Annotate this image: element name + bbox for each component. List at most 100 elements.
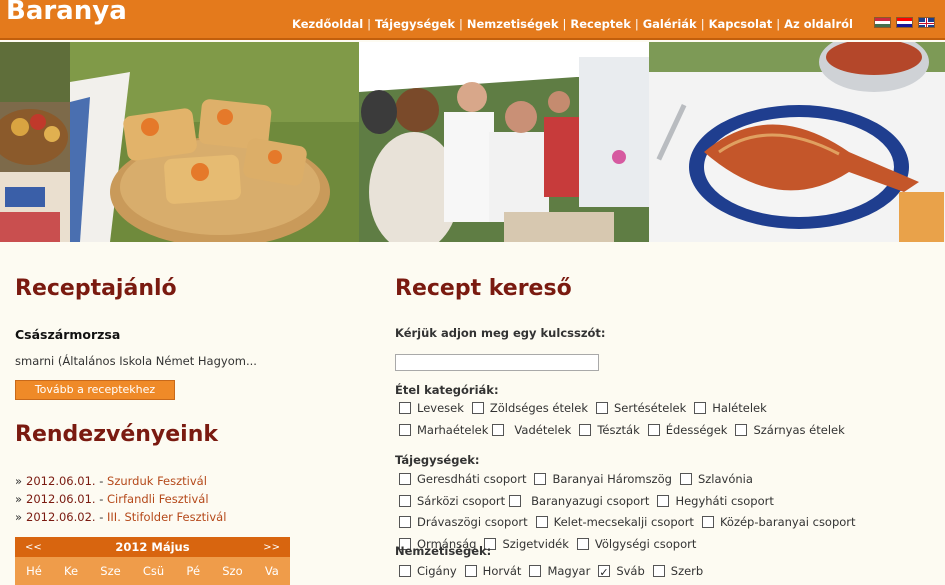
category-label: Sertésételek [613, 401, 687, 415]
nav-contact[interactable]: Kapcsolat [709, 17, 773, 31]
region-label: Sárközi csoport [417, 493, 506, 508]
category-label: Zöldséges ételek [489, 401, 588, 415]
keyword-input[interactable] [395, 354, 599, 371]
nationality-checkbox[interactable] [399, 565, 411, 577]
category-checkbox[interactable] [735, 423, 748, 436]
category-checkbox[interactable] [471, 402, 484, 414]
category-checkbox[interactable] [399, 402, 411, 414]
category-option: Levesek [395, 398, 464, 420]
hungarian-flag-icon[interactable] [874, 17, 891, 28]
nav-separator: | [634, 17, 639, 31]
region-checkbox[interactable] [657, 494, 670, 507]
region-checkbox[interactable] [701, 516, 714, 528]
category-checkbox[interactable] [579, 423, 592, 436]
calendar-header: << 2012 Május >> [15, 537, 290, 557]
category-option: Sertésételek [592, 398, 686, 420]
weekday-label: Hé [26, 564, 42, 578]
calendar-prev-button[interactable]: << [25, 542, 42, 553]
event-date: 2012.06.01. [26, 474, 96, 488]
category-checkbox[interactable] [399, 423, 411, 436]
category-checkbox[interactable] [492, 423, 505, 436]
nav-recipes[interactable]: Receptek [570, 17, 630, 31]
region-label: Baranyai Háromszög [552, 472, 672, 486]
category-option: Tészták [575, 420, 640, 442]
category-label: Vadételek [514, 422, 572, 437]
category-option: Halételek [690, 398, 767, 420]
bullet-icon: » [15, 492, 23, 506]
region-label: Geresdháti csoport [417, 472, 527, 486]
weekday-label: Ke [64, 564, 79, 578]
event-link[interactable]: Szurduk Fesztivál [107, 474, 207, 488]
region-label: Baranyazugi csoport [531, 493, 650, 508]
nationality-label: Cigány [417, 564, 457, 578]
nationality-checkbox[interactable] [598, 562, 611, 584]
category-checkbox[interactable] [694, 402, 707, 414]
region-checkbox[interactable] [679, 473, 692, 485]
event-item: » 2012.06.02. - III. Stifolder Fesztivál [15, 510, 227, 524]
events-list: » 2012.06.01. - Szurduk Fesztivál » 2012.0… [15, 474, 226, 528]
nav-separator: | [562, 17, 567, 31]
event-item: » 2012.06.01. - Szurduk Fesztivál [15, 474, 207, 488]
festival-chefs-photo [359, 42, 649, 242]
events-heading: Rendezvényeink [15, 422, 219, 447]
region-checkbox[interactable] [399, 473, 411, 485]
site-header: Baranya Kezdőoldal | Tájegységek | Nemzetisé… [0, 0, 945, 40]
nationalities-label: Nemzetiségek: [395, 544, 492, 558]
nav-separator: | [458, 17, 463, 31]
nationality-checkbox[interactable] [652, 565, 665, 577]
category-checkbox[interactable] [647, 423, 660, 436]
recipe-description: smarni (Általános Iskola Német Hagyom... [15, 354, 257, 368]
bullet-icon: » [15, 474, 23, 488]
event-link[interactable]: Cirfandli Fesztivál [107, 492, 209, 506]
region-checkbox[interactable] [399, 494, 411, 507]
nationality-option: Cigány [395, 561, 457, 583]
region-checkbox[interactable] [509, 494, 522, 507]
uk-flag-icon[interactable] [918, 17, 935, 28]
calendar-next-button[interactable]: >> [263, 542, 280, 553]
region-label: Közép-baranyai csoport [719, 515, 856, 529]
category-label: Szárnyas ételek [753, 422, 845, 437]
nav-galleries[interactable]: Galériák [643, 17, 697, 31]
event-link[interactable]: III. Stifolder Fesztivál [107, 510, 226, 524]
site-title[interactable]: Baranya [6, 0, 127, 26]
regions-label: Tájegységek: [395, 453, 480, 467]
nav-home[interactable]: Kezdőoldal [292, 17, 363, 31]
nav-regions[interactable]: Tájegységek [375, 17, 455, 31]
category-option: Zöldséges ételek [468, 398, 588, 420]
weekday-label: Csü [142, 564, 165, 578]
category-option: Édességek [644, 420, 728, 442]
categories-label: Étel kategóriák: [395, 383, 499, 397]
nationality-option: Horvát [461, 561, 521, 583]
region-checkbox[interactable] [535, 516, 548, 528]
nationality-checkbox[interactable] [464, 565, 477, 577]
region-option: Közép-baranyai csoport [698, 512, 856, 534]
region-checkbox[interactable] [534, 473, 547, 485]
category-label: Édességek [665, 422, 728, 437]
nationality-option: Szerb [649, 561, 703, 583]
nav-about[interactable]: Az oldalról [784, 17, 853, 31]
region-label: Szlavónia [697, 472, 753, 486]
fish-plate-photo [649, 42, 945, 242]
event-calendar: << 2012 Május >> Hé Ke Sze Csü Pé Szo Va [15, 537, 290, 585]
nav-nationalities[interactable]: Nemzetiségek [467, 17, 559, 31]
region-checkbox[interactable] [576, 537, 589, 550]
nationality-checkbox[interactable] [529, 565, 542, 577]
keyword-label: Kérjük adjon meg egy kulcsszót: [395, 326, 606, 340]
region-option: Szigetvidék [480, 534, 569, 556]
region-option: Kelet-mecsekalji csoport [532, 512, 694, 534]
photo-banner [0, 42, 945, 242]
region-label: Völgységi csoport [594, 536, 697, 551]
nationalities-group: Cigány Horvát Magyar Sváb Szerb [395, 561, 885, 584]
calendar-weekdays: Hé Ke Sze Csü Pé Szo Va [15, 557, 290, 585]
recipe-name[interactable]: Császármorzsa [15, 327, 120, 342]
recipe-search-heading: Recept kereső [395, 276, 572, 301]
croatian-flag-icon[interactable] [896, 17, 913, 28]
category-label: Halételek [712, 401, 767, 415]
more-recipes-button[interactable]: Tovább a receptekhez [15, 380, 175, 400]
weekday-label: Va [264, 564, 279, 578]
categories-group: Levesek Zöldséges ételek Sertésételek Halét… [395, 398, 885, 441]
category-checkbox[interactable] [595, 402, 608, 414]
region-checkbox[interactable] [399, 516, 411, 528]
language-flags [874, 17, 935, 28]
bullet-icon: » [15, 510, 23, 524]
